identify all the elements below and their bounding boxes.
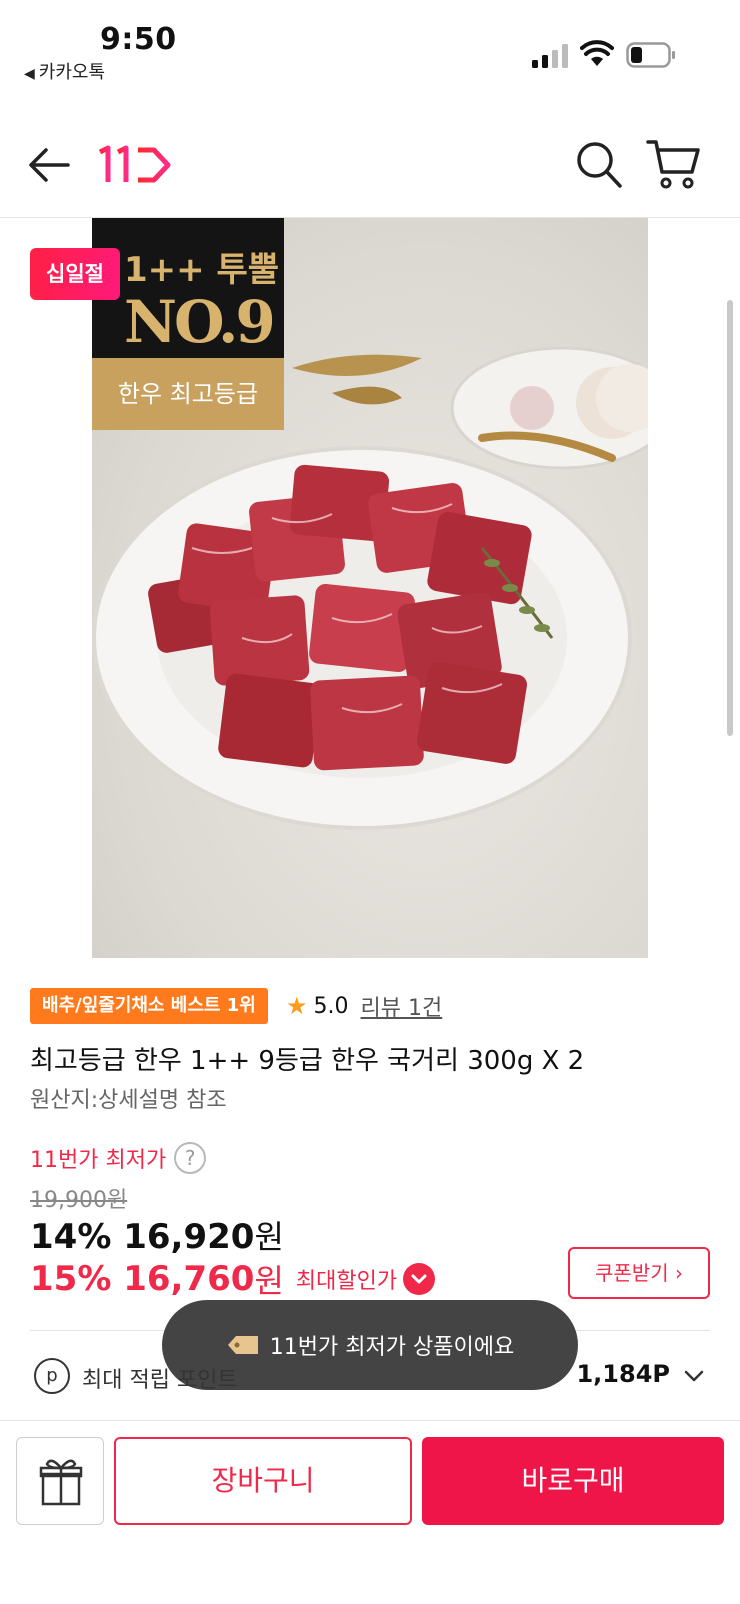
points-value: 1,184P xyxy=(576,1360,670,1388)
wifi-icon xyxy=(580,40,614,66)
back-to-app-link[interactable]: ◀ 카카오톡 xyxy=(24,58,105,84)
grade-badge-subtitle: 한우 최고등급 xyxy=(92,358,284,430)
max-discount-percent: 15% xyxy=(30,1259,112,1299)
discount-price-row: 14% 16,920원 xyxy=(30,1212,284,1258)
product-title: 최고등급 한우 1++ 9등급 한우 국거리 300g X 2 xyxy=(30,1046,585,1076)
back-arrow-icon[interactable] xyxy=(24,140,74,190)
eleven-street-logo[interactable] xyxy=(96,142,176,188)
point-icon: p xyxy=(34,1358,70,1394)
battery-icon xyxy=(626,42,675,68)
status-time: 9:50 xyxy=(100,22,177,57)
discount-percent: 14% xyxy=(30,1217,112,1257)
chevron-right-icon: › xyxy=(674,1261,683,1285)
product-origin: 원산지:상세설명 참조 xyxy=(30,1088,227,1113)
max-discount-price-row[interactable]: 15% 16,760 원 최대할인가 xyxy=(30,1256,436,1302)
cart-icon[interactable] xyxy=(646,136,702,192)
scroll-indicator[interactable] xyxy=(727,300,733,736)
back-triangle-icon: ◀ xyxy=(24,66,35,82)
help-icon[interactable]: ? xyxy=(174,1142,207,1174)
rating-summary: ★ 5.0 리뷰 1건 xyxy=(286,990,442,1022)
coupon-button[interactable]: 쿠폰받기 › xyxy=(568,1247,710,1299)
original-price: 19,900원 xyxy=(30,1188,128,1213)
max-discount-price: 16,760 xyxy=(123,1259,255,1299)
grade-badge-line1: 1++ 투뿔 xyxy=(124,250,280,290)
add-to-cart-button[interactable]: 장바구니 xyxy=(114,1437,412,1525)
lowest-price-text: 11번가 최저가 xyxy=(30,1148,167,1173)
price-tag-icon xyxy=(227,1336,258,1354)
search-icon[interactable] xyxy=(574,138,624,192)
coupon-button-label: 쿠폰받기 xyxy=(595,1261,669,1285)
back-app-label: 카카오톡 xyxy=(38,62,106,83)
buy-now-button[interactable]: 바로구매 xyxy=(422,1437,724,1525)
status-bar: 9:50 ◀ 카카오톡 xyxy=(0,0,740,100)
rating-value: 5.0 xyxy=(313,993,349,1019)
toast-text: 11번가 최저가 상품이에요 xyxy=(269,1335,515,1360)
bottom-action-bar: 장바구니 바로구매 xyxy=(0,1420,740,1604)
top-navigation-bar xyxy=(0,120,740,218)
max-discount-label: 최대할인가 xyxy=(295,1269,398,1294)
chevron-down-icon[interactable] xyxy=(403,1263,436,1295)
product-image[interactable]: 1++ 투뿔 NO.9 한우 최고등급 xyxy=(92,218,648,958)
won-unit: 원 xyxy=(254,1218,284,1256)
gift-icon xyxy=(39,1459,83,1506)
best-rank-badge[interactable]: 배추/잎줄기채소 베스트 1위 xyxy=(30,988,268,1024)
chevron-down-icon[interactable] xyxy=(682,1364,706,1388)
star-icon: ★ xyxy=(286,992,308,1020)
event-badge: 십일절 xyxy=(30,248,120,300)
discount-price: 16,920 xyxy=(123,1217,255,1257)
lowest-price-label: 11번가 최저가 ? xyxy=(30,1142,207,1174)
gift-button[interactable] xyxy=(16,1437,104,1525)
toast-message: 11번가 최저가 상품이에요 xyxy=(162,1300,578,1390)
grade-badge-line2: NO.9 xyxy=(124,288,276,356)
review-link[interactable]: 리뷰 1건 xyxy=(361,990,443,1022)
won-unit: 원 xyxy=(254,1262,284,1300)
cellular-signal-icon xyxy=(532,44,568,68)
